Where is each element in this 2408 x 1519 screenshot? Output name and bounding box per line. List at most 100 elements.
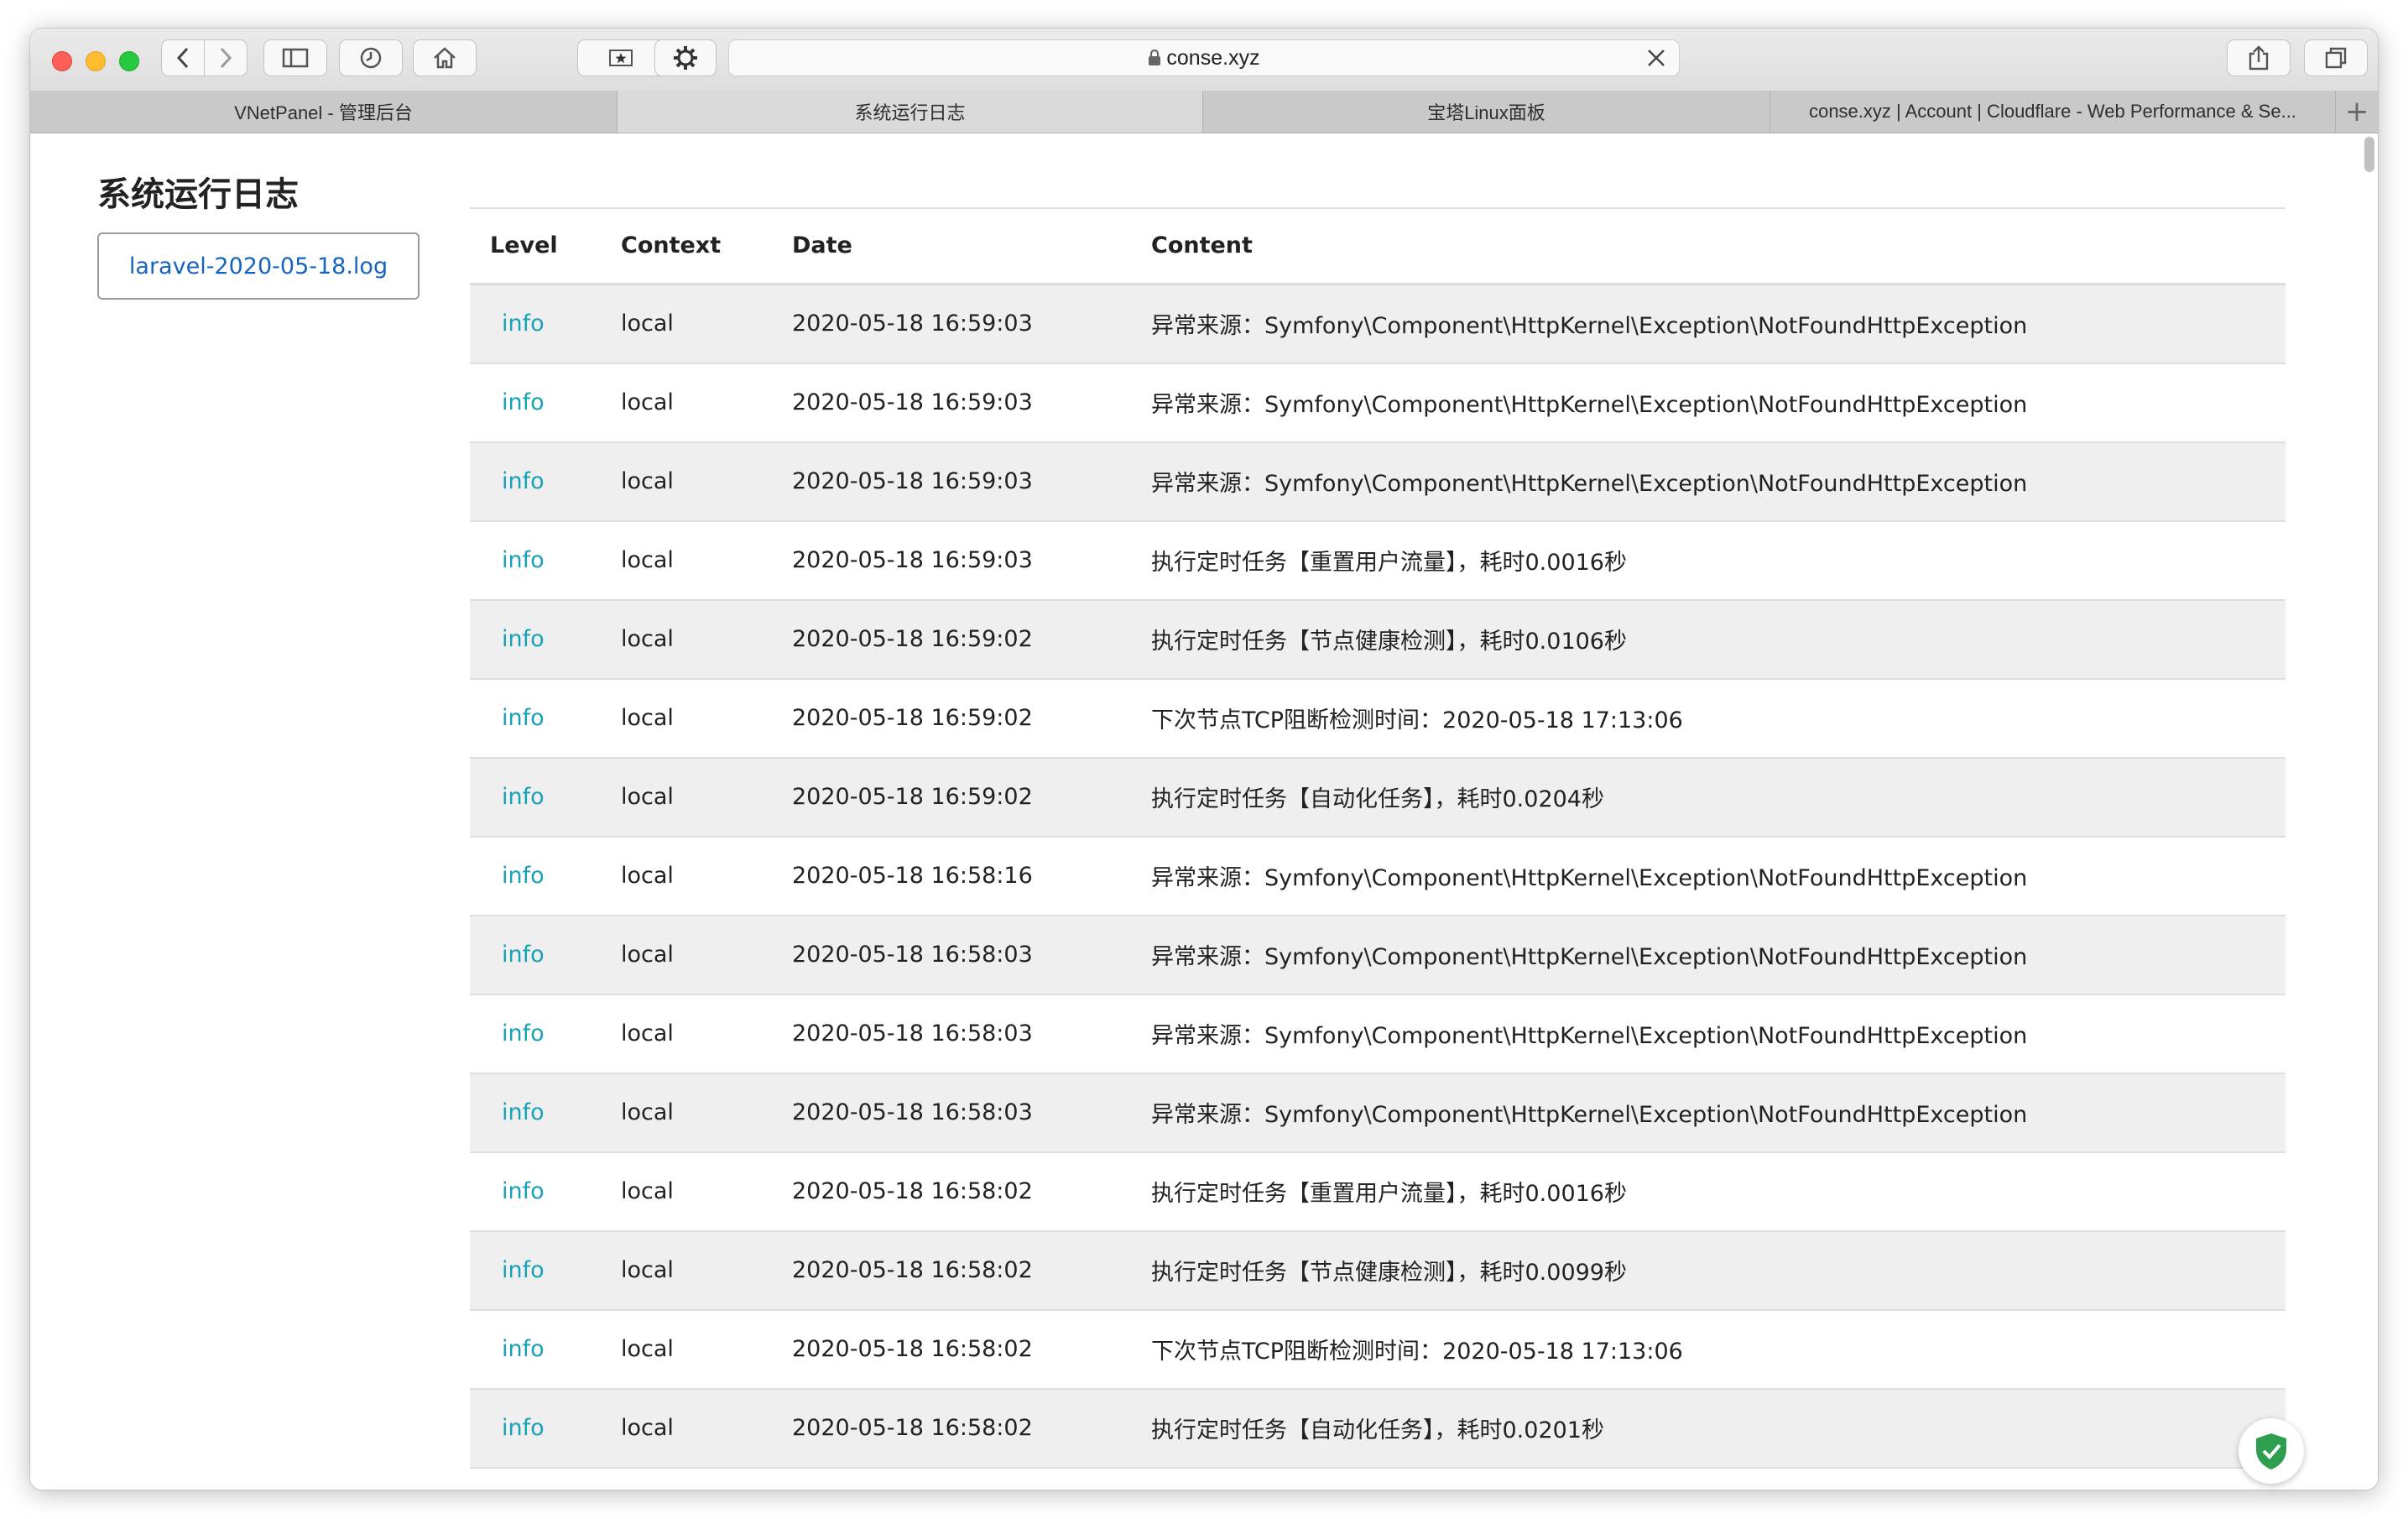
table-row: info local 2020-05-18 16:59:02 下次节点TCP阻断检测时… xyxy=(470,678,2286,759)
tab-label: VNetPanel - 管理后台 xyxy=(234,102,413,123)
tab-cloudflare[interactable]: conse.xyz | Account | Cloudflare - Web P… xyxy=(1770,91,2336,133)
tab-label: conse.xyz | Account | Cloudflare - Web P… xyxy=(1809,101,2296,122)
level-cell: info xyxy=(470,1388,621,1469)
header-level[interactable]: Level xyxy=(470,207,621,285)
tab-label: 宝塔Linux面板 xyxy=(1427,102,1545,123)
level-badge: info xyxy=(502,705,545,731)
table-row: info local 2020-05-18 16:58:02 下次节点TCP阻断检测时… xyxy=(470,1309,2286,1390)
context-cell: local xyxy=(621,915,792,995)
header-content[interactable]: Content xyxy=(1151,207,2286,285)
level-badge: info xyxy=(502,468,545,494)
table-header-row: Level Context Date Content xyxy=(470,207,2286,285)
date-cell: 2020-05-18 16:58:02 xyxy=(792,1309,1151,1390)
tabs-overview-icon xyxy=(2325,47,2347,69)
header-date[interactable]: Date xyxy=(792,207,1151,285)
level-cell: info xyxy=(470,757,621,838)
table-row: info local 2020-05-18 16:58:03 异常来源：Symfony… xyxy=(470,915,2286,995)
table-row: info local 2020-05-18 16:59:03 异常来源：Symfony… xyxy=(470,284,2286,364)
context-cell: local xyxy=(621,1309,792,1390)
tab-label: 系统运行日志 xyxy=(854,102,966,123)
content-cell: 异常来源：Symfony\Component\HttpKernel\Except… xyxy=(1151,363,2286,443)
level-badge: info xyxy=(502,942,545,968)
content-cell: 下次节点TCP阻断检测时间：2020-05-18 17:13:06 xyxy=(1151,1309,2286,1390)
history-button[interactable] xyxy=(339,39,403,76)
context-cell: local xyxy=(621,441,792,522)
table-row: info local 2020-05-18 16:58:03 异常来源：Symfony… xyxy=(470,1073,2286,1153)
content-cell: 下次节点TCP阻断检测时间：2020-05-18 17:13:06 xyxy=(1151,678,2286,759)
content-cell: 异常来源：Symfony\Component\HttpKernel\Except… xyxy=(1151,1073,2286,1153)
table-row: info local 2020-05-18 16:58:03 异常来源：Symfony… xyxy=(470,994,2286,1074)
level-cell: info xyxy=(470,1309,621,1390)
level-cell: info xyxy=(470,1073,621,1153)
context-cell: local xyxy=(621,836,792,916)
level-badge: info xyxy=(502,1415,545,1441)
close-icon[interactable] xyxy=(1645,47,1667,69)
content-cell: 执行定时任务【自动化任务】，耗时0.0204秒 xyxy=(1151,757,2286,838)
forward-button[interactable] xyxy=(204,39,248,76)
level-badge: info xyxy=(502,1099,545,1125)
context-cell: local xyxy=(621,363,792,443)
level-cell: info xyxy=(470,599,621,680)
level-cell: info xyxy=(470,1151,621,1232)
level-cell: info xyxy=(470,994,621,1074)
tab-vnetpanel[interactable]: VNetPanel - 管理后台 xyxy=(30,91,618,133)
content-cell: 异常来源：Symfony\Component\HttpKernel\Except… xyxy=(1151,441,2286,522)
date-cell: 2020-05-18 16:59:02 xyxy=(792,678,1151,759)
home-icon xyxy=(434,47,456,69)
scrollbar-thumb[interactable] xyxy=(2364,137,2374,172)
date-cell: 2020-05-18 16:59:03 xyxy=(792,284,1151,364)
home-button[interactable] xyxy=(413,39,477,76)
share-icon xyxy=(2249,45,2269,70)
address-text: conse.xyz xyxy=(1166,45,1260,70)
content-cell: 执行定时任务【重置用户流量】，耗时0.0016秒 xyxy=(1151,520,2286,601)
header-context[interactable]: Context xyxy=(621,207,792,285)
date-cell: 2020-05-18 16:58:03 xyxy=(792,1073,1151,1153)
level-cell: info xyxy=(470,915,621,995)
context-cell: local xyxy=(621,520,792,601)
tab-system-log[interactable]: 系统运行日志 xyxy=(618,91,1203,133)
date-cell: 2020-05-18 16:58:03 xyxy=(792,994,1151,1074)
close-window-button[interactable] xyxy=(52,51,72,71)
back-button[interactable] xyxy=(161,39,205,76)
date-cell: 2020-05-18 16:58:03 xyxy=(792,915,1151,995)
date-cell: 2020-05-18 16:59:03 xyxy=(792,363,1151,443)
page-title: 系统运行日志 xyxy=(97,175,299,214)
content-cell: 执行定时任务【节点健康检测】，耗时0.0106秒 xyxy=(1151,599,2286,680)
date-cell: 2020-05-18 16:58:02 xyxy=(792,1151,1151,1232)
level-cell: info xyxy=(470,520,621,601)
table-row: info local 2020-05-18 16:58:16 异常来源：Symfony… xyxy=(470,836,2286,916)
level-cell: info xyxy=(470,836,621,916)
share-button[interactable] xyxy=(2227,39,2291,76)
address-bar[interactable]: conse.xyz xyxy=(728,39,1680,76)
chevron-right-icon xyxy=(220,47,232,69)
zoom-window-button[interactable] xyxy=(119,51,139,71)
level-cell: info xyxy=(470,441,621,522)
context-cell: local xyxy=(621,757,792,838)
content-cell: 执行定时任务【自动化任务】，耗时0.0201秒 xyxy=(1151,1388,2286,1469)
level-cell: info xyxy=(470,284,621,364)
level-badge: info xyxy=(502,547,545,573)
sidebar-button[interactable] xyxy=(263,39,327,76)
new-tab-button[interactable]: + xyxy=(2336,91,2378,133)
tabs-overview-button[interactable] xyxy=(2304,39,2368,76)
level-cell: info xyxy=(470,1467,621,1490)
clock-icon xyxy=(360,47,382,69)
level-badge: info xyxy=(502,389,545,415)
level-badge: info xyxy=(502,1336,545,1362)
security-badge[interactable] xyxy=(2239,1418,2304,1484)
table-row: infolocal2020-05-18 16:57:16异常来源：Symfony… xyxy=(470,1467,2286,1490)
content-cell: 异常来源：Symfony\Component\HttpKernel\Except… xyxy=(1151,284,2286,364)
level-badge: info xyxy=(502,1178,545,1204)
date-cell: 2020-05-18 16:58:02 xyxy=(792,1230,1151,1311)
level-badge: info xyxy=(502,311,545,337)
table-row: info local 2020-05-18 16:59:03 异常来源：Symfony… xyxy=(470,363,2286,443)
minimize-window-button[interactable] xyxy=(86,51,106,71)
bookmark-button[interactable] xyxy=(577,39,665,76)
log-file-link[interactable]: laravel-2020-05-18.log xyxy=(97,232,420,300)
settings-button[interactable] xyxy=(654,39,717,76)
tab-baota-panel[interactable]: 宝塔Linux面板 xyxy=(1203,91,1770,133)
content-cell: 异常来源：Symfony\Component\HttpKernel\Except… xyxy=(1151,994,2286,1074)
date-cell: 2020-05-18 16:59:02 xyxy=(792,599,1151,680)
gear-icon xyxy=(674,46,697,70)
context-cell: local xyxy=(621,1151,792,1232)
